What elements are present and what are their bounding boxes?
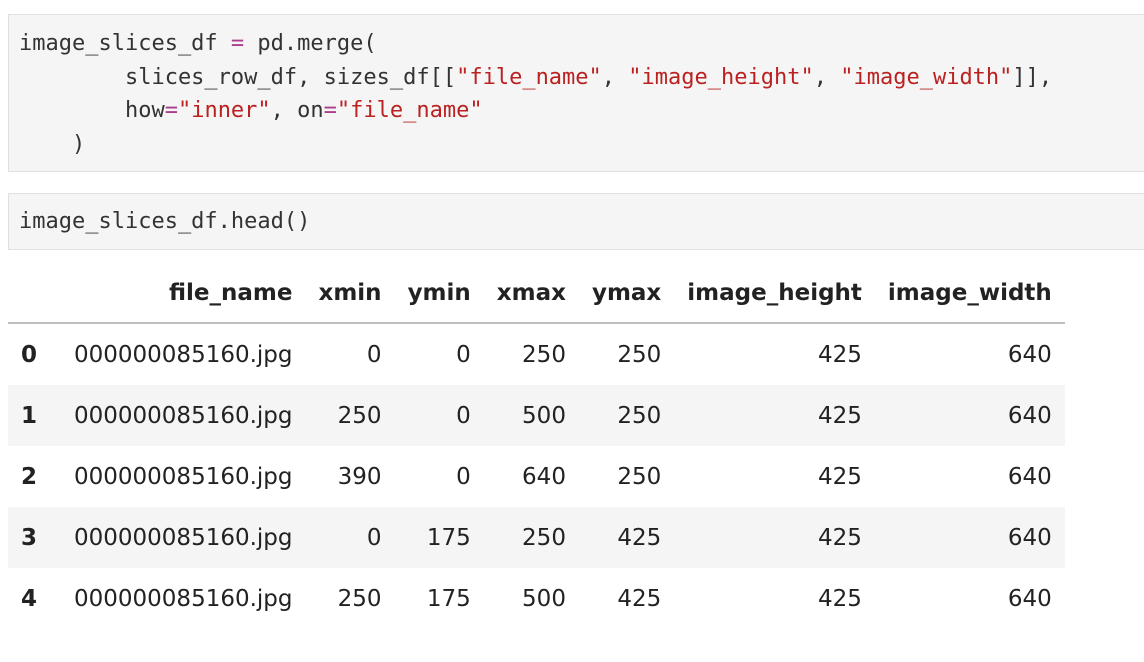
cell-image-width: 640 — [1007, 524, 1052, 551]
row-index: 4 — [21, 585, 38, 612]
cell-ymax: 425 — [617, 524, 662, 551]
table-row: 3 000000085160.jpg 0 175 250 425 425 640 — [8, 507, 1065, 568]
code-editor[interactable]: image_slices_df.head() — [19, 205, 310, 239]
cell-ymax: 250 — [617, 341, 662, 368]
code-token: , — [601, 64, 629, 90]
code-cell-merge[interactable]: image_slices_df = pd.merge( slices_row_d… — [8, 14, 1144, 172]
code-token: "image_height" — [628, 64, 814, 90]
row-index: 0 — [21, 341, 38, 368]
table-row: 4 000000085160.jpg 250 175 500 425 425 6… — [8, 568, 1065, 629]
code-token: ) — [19, 131, 86, 157]
cell-image-width: 640 — [1007, 585, 1052, 612]
code-token: = — [164, 98, 178, 123]
cell-xmax: 640 — [522, 463, 566, 490]
cell-ymin: 175 — [426, 585, 471, 612]
code-token: image_slices_df.head() — [19, 209, 311, 234]
code-token: image_slices_df — [19, 31, 231, 56]
cell-xmin: 0 — [366, 341, 382, 368]
row-index: 2 — [21, 463, 38, 490]
code-token: = — [323, 98, 337, 123]
code-token: "image_width" — [840, 64, 1013, 90]
code-token: ]], — [1012, 64, 1053, 90]
cell-ymax: 250 — [617, 402, 662, 429]
cell-image-height: 425 — [818, 402, 862, 429]
cell-xmin: 0 — [366, 524, 382, 551]
cell-image-width: 640 — [1007, 341, 1052, 368]
cell-xmax: 500 — [522, 402, 566, 429]
cell-xmax: 250 — [522, 341, 566, 368]
code-editor[interactable]: image_slices_df = pd.merge( slices_row_d… — [19, 27, 1052, 161]
cell-xmin: 250 — [337, 402, 382, 429]
table-row: 1 000000085160.jpg 250 0 500 250 425 640 — [8, 385, 1065, 446]
column-header-xmax: xmax — [483, 264, 579, 324]
code-token: "inner" — [177, 98, 271, 123]
column-header-image-height: image_height — [674, 264, 875, 324]
cell-ymin: 175 — [426, 524, 471, 551]
dataframe-output-table: file_name xmin ymin xmax ymax image_heig… — [8, 264, 1065, 629]
cell-ymax: 250 — [617, 463, 662, 490]
cell-xmax: 500 — [522, 585, 566, 612]
table-row: 0 000000085160.jpg 0 0 250 250 425 640 — [8, 323, 1065, 385]
cell-file-name: 000000085160.jpg — [74, 585, 293, 612]
code-token: , on — [270, 98, 324, 123]
code-cell-head[interactable]: image_slices_df.head() — [8, 193, 1144, 250]
code-token: = — [230, 31, 245, 56]
cell-image-height: 425 — [818, 585, 862, 612]
code-token: how — [19, 98, 165, 123]
cell-image-height: 425 — [818, 463, 862, 490]
column-header-image-width: image_width — [874, 264, 1065, 324]
cell-image-height: 425 — [818, 524, 862, 551]
code-token: , — [813, 64, 841, 90]
column-header-index — [8, 264, 61, 324]
cell-ymin: 0 — [456, 341, 471, 368]
cell-ymax: 425 — [617, 585, 662, 612]
code-token: "file_name" — [336, 98, 483, 123]
cell-image-width: 640 — [1007, 463, 1052, 490]
code-token: "file_name" — [456, 64, 602, 90]
cell-file-name: 000000085160.jpg — [74, 524, 293, 551]
cell-image-height: 425 — [818, 341, 862, 368]
cell-file-name: 000000085160.jpg — [74, 463, 293, 490]
cell-ymin: 0 — [456, 463, 471, 490]
table-header-row: file_name xmin ymin xmax ymax image_heig… — [8, 264, 1065, 324]
row-index: 3 — [21, 524, 38, 551]
cell-xmax: 250 — [522, 524, 566, 551]
column-header-xmin: xmin — [305, 264, 395, 324]
row-index: 1 — [21, 402, 38, 429]
code-token: pd.merge( — [244, 31, 377, 56]
column-header-file-name: file_name — [61, 264, 306, 324]
cell-ymin: 0 — [456, 402, 471, 429]
column-header-ymax: ymax — [578, 264, 675, 324]
cell-file-name: 000000085160.jpg — [74, 341, 293, 368]
cell-xmin: 250 — [337, 585, 382, 612]
code-token: slices_row_df, sizes_df[[ — [19, 64, 457, 90]
cell-file-name: 000000085160.jpg — [74, 402, 293, 429]
cell-xmin: 390 — [337, 463, 382, 490]
table-row: 2 000000085160.jpg 390 0 640 250 425 640 — [8, 446, 1065, 507]
cell-image-width: 640 — [1007, 402, 1052, 429]
column-header-ymin: ymin — [394, 264, 484, 324]
